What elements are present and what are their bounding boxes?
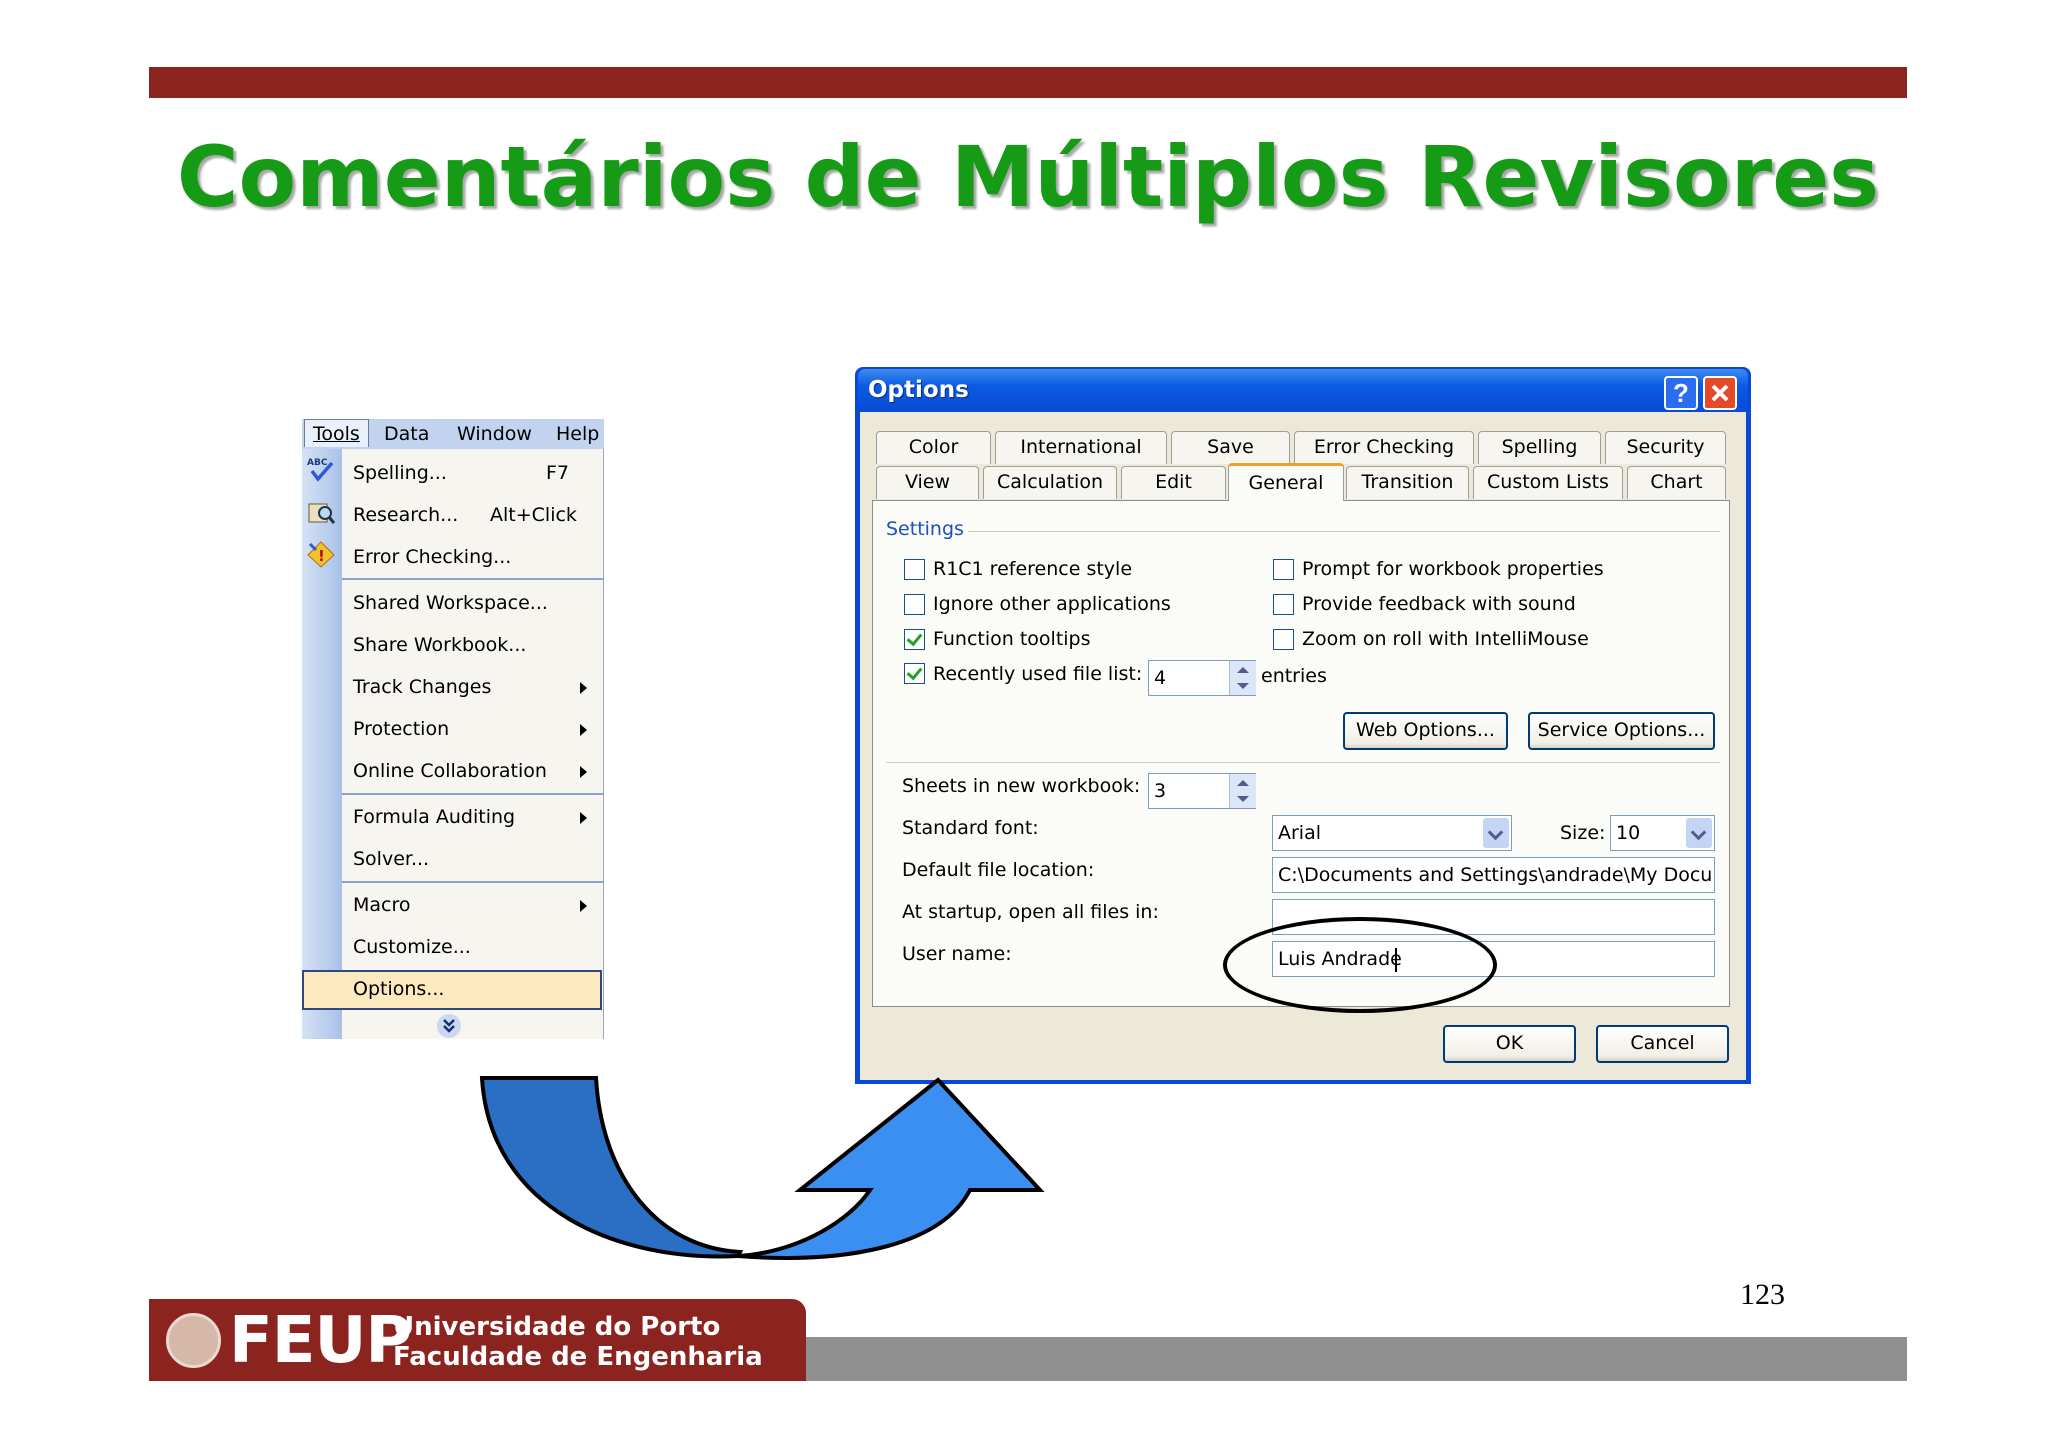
submenu-arrow-icon	[580, 766, 587, 778]
error-checking-icon: !	[307, 541, 335, 568]
startup-folder-label: At startup, open all files in:	[902, 901, 1159, 923]
menu-separator	[342, 578, 604, 580]
dialog-title-bar[interactable]	[858, 369, 1748, 411]
tab-transition[interactable]: Transition	[1346, 466, 1469, 499]
expand-menu-chevron-icon[interactable]	[436, 1013, 462, 1039]
feup-logo: FEUP	[229, 1304, 412, 1378]
menu-item-solver[interactable]: Solver...	[353, 848, 429, 870]
recent-files-checkbox[interactable]	[904, 663, 925, 684]
tab-spelling[interactable]: Spelling	[1478, 431, 1601, 464]
tab-chart[interactable]: Chart	[1627, 466, 1726, 499]
submenu-arrow-icon	[580, 682, 587, 694]
tab-custom-lists[interactable]: Custom Lists	[1473, 466, 1623, 499]
service-options-button[interactable]: Service Options...	[1528, 712, 1715, 750]
menu-icon-strip	[302, 449, 342, 1039]
function-tooltips-checkbox[interactable]	[904, 629, 925, 650]
function-tooltips-label: Function tooltips	[933, 628, 1091, 650]
default-location-input[interactable]: C:\Documents and Settings\andrade\My Doc…	[1272, 857, 1715, 893]
menu-item-spelling-shortcut: F7	[546, 462, 570, 484]
highlight-ellipse	[1223, 917, 1497, 1013]
feedback-sound-label: Provide feedback with sound	[1302, 593, 1576, 615]
menu-separator	[342, 793, 604, 795]
menu-bar: Tools Data Window Help	[302, 419, 604, 449]
zoom-intellimouse-checkbox[interactable]	[1273, 629, 1294, 650]
tab-general[interactable]: General	[1228, 463, 1344, 501]
feedback-sound-checkbox[interactable]	[1273, 594, 1294, 615]
menu-tools[interactable]: Tools	[304, 419, 369, 447]
prompt-properties-label: Prompt for workbook properties	[1302, 558, 1604, 580]
menu-data[interactable]: Data	[384, 423, 429, 445]
menu-tools-label: Tools	[313, 423, 360, 445]
zoom-intellimouse-label: Zoom on roll with IntelliMouse	[1302, 628, 1589, 650]
tab-error-checking[interactable]: Error Checking	[1294, 431, 1474, 464]
standard-font-label: Standard font:	[902, 817, 1039, 839]
menu-item-macro[interactable]: Macro	[353, 894, 411, 916]
prompt-properties-checkbox[interactable]	[1273, 559, 1294, 580]
default-location-label: Default file location:	[902, 859, 1095, 881]
tab-save[interactable]: Save	[1171, 431, 1290, 464]
menu-item-error-checking[interactable]: Error Checking...	[353, 546, 511, 568]
settings-divider	[968, 531, 1720, 532]
options-menu-highlight	[302, 970, 602, 1010]
university-name: Universidade do Porto	[393, 1312, 721, 1342]
menu-item-research[interactable]: Research...	[353, 504, 458, 526]
cancel-button[interactable]: Cancel	[1596, 1025, 1729, 1063]
spelling-abc-icon: ABC	[307, 458, 334, 482]
r1c1-checkbox[interactable]	[904, 559, 925, 580]
menu-item-share-workbook[interactable]: Share Workbook...	[353, 634, 526, 656]
menu-item-online-collaboration[interactable]: Online Collaboration	[353, 760, 547, 782]
research-icon	[308, 503, 336, 524]
menu-item-protection[interactable]: Protection	[353, 718, 449, 740]
tab-edit[interactable]: Edit	[1121, 466, 1226, 499]
entries-label: entries	[1261, 665, 1327, 687]
slide-title: Comentários de Múltiplos Revisores	[176, 128, 1880, 226]
ignore-apps-label: Ignore other applications	[933, 593, 1171, 615]
submenu-arrow-icon	[580, 900, 587, 912]
menu-item-spelling[interactable]: Spelling...	[353, 462, 447, 484]
curved-arrow-icon	[479, 1076, 1045, 1260]
chevron-down-icon[interactable]	[1686, 818, 1712, 848]
sheets-label: Sheets in new workbook:	[902, 775, 1141, 797]
r1c1-label: R1C1 reference style	[933, 558, 1133, 580]
menu-item-customize[interactable]: Customize...	[353, 936, 471, 958]
close-button[interactable]	[1703, 376, 1737, 410]
svg-text:ABC: ABC	[307, 458, 328, 468]
section-divider	[886, 762, 1720, 763]
page-number: 123	[1740, 1278, 1785, 1311]
size-label: Size:	[1560, 822, 1606, 844]
menu-item-track-changes[interactable]: Track Changes	[353, 676, 491, 698]
chevron-down-icon[interactable]	[1483, 818, 1509, 848]
menu-window[interactable]: Window	[457, 423, 532, 445]
tab-security[interactable]: Security	[1605, 431, 1726, 464]
help-button[interactable]: ?	[1664, 376, 1698, 410]
menu-item-formula-auditing[interactable]: Formula Auditing	[353, 806, 515, 828]
sheets-spinner[interactable]	[1229, 774, 1256, 808]
tab-view[interactable]: View	[876, 466, 979, 499]
tab-calculation[interactable]: Calculation	[983, 466, 1117, 499]
university-seal-icon	[166, 1313, 221, 1368]
menu-help[interactable]: Help	[556, 423, 599, 445]
submenu-arrow-icon	[580, 724, 587, 736]
ignore-apps-checkbox[interactable]	[904, 594, 925, 615]
tab-color[interactable]: Color	[876, 431, 991, 464]
ok-button[interactable]: OK	[1443, 1025, 1576, 1063]
submenu-arrow-icon	[580, 812, 587, 824]
top-accent-bar	[149, 67, 1907, 98]
menu-item-options[interactable]: Options...	[353, 978, 444, 1000]
recent-files-label: Recently used file list:	[933, 663, 1143, 685]
user-name-label: User name:	[902, 943, 1012, 965]
close-icon	[1711, 384, 1729, 402]
menu-separator	[342, 881, 604, 883]
menu-item-research-shortcut: Alt+Click	[490, 504, 577, 526]
recent-files-spinner[interactable]	[1229, 661, 1256, 695]
tab-international[interactable]: International	[995, 431, 1167, 464]
menu-item-shared-workspace[interactable]: Shared Workspace...	[353, 592, 548, 614]
standard-font-select[interactable]: Arial	[1272, 815, 1512, 851]
web-options-button[interactable]: Web Options...	[1343, 712, 1508, 750]
settings-group-label: Settings	[886, 518, 964, 540]
svg-text:!: !	[318, 547, 325, 565]
faculty-name: Faculdade de Engenharia	[393, 1342, 763, 1372]
dialog-title: Options	[868, 377, 969, 403]
